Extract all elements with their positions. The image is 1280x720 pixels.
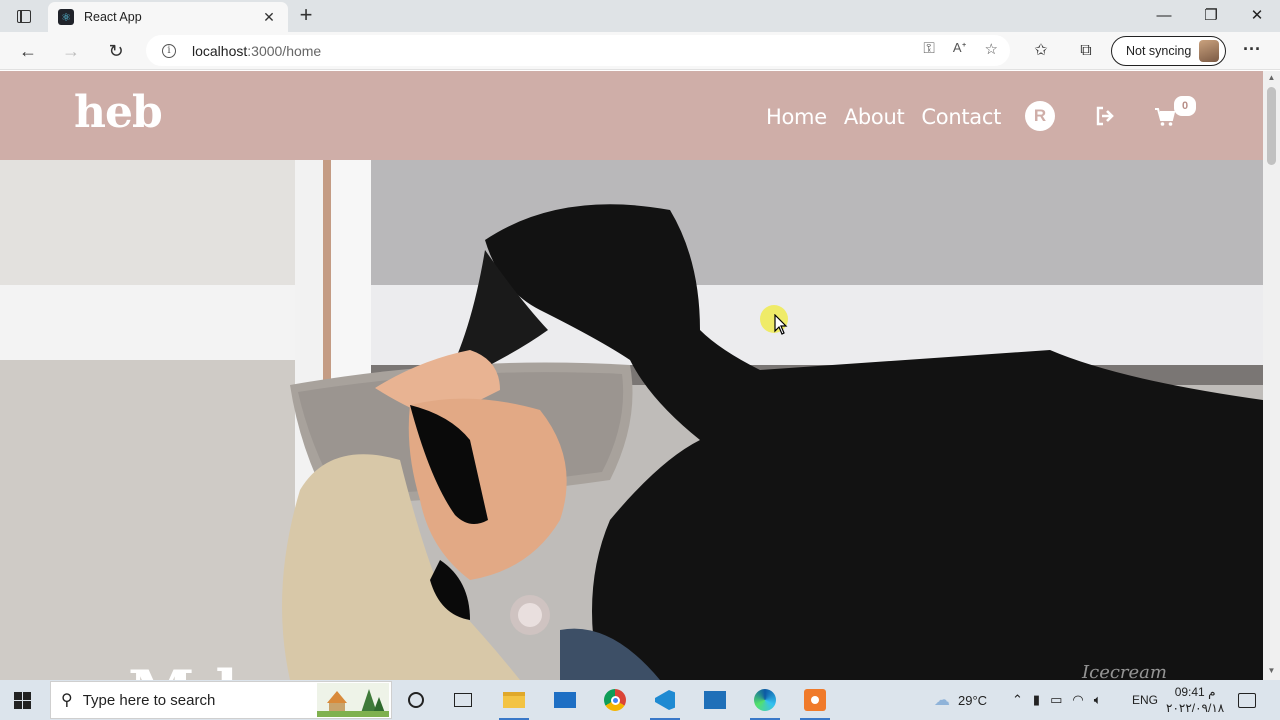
- recorder-watermark: Icecream: [1082, 662, 1167, 683]
- address-bar[interactable]: i localhost:3000/home ⚿ Aᐩ ☆: [146, 35, 1010, 66]
- collections-icon[interactable]: ⧉: [1075, 40, 1097, 62]
- profile-sync-button[interactable]: Not syncing: [1111, 36, 1226, 66]
- clock-date: ٢٠٢٢/٠٩/١٨: [1166, 701, 1225, 715]
- chevron-up-icon[interactable]: ⌃: [1012, 692, 1023, 708]
- key-icon[interactable]: ⚿: [923, 40, 934, 58]
- site-info-icon[interactable]: i: [162, 43, 176, 58]
- read-aloud-icon[interactable]: Aᐩ: [953, 40, 967, 58]
- minimize-icon[interactable]: —: [1141, 4, 1187, 28]
- new-tab-button[interactable]: +: [294, 4, 318, 28]
- refresh-icon[interactable]: ↻: [102, 38, 130, 64]
- tab-strip: ⚛ React App ✕ + — ❐ ✕: [0, 0, 1280, 32]
- notifications-icon[interactable]: [1238, 680, 1256, 720]
- forward-arrow-icon[interactable]: →: [57, 38, 85, 64]
- scroll-up-icon[interactable]: ▲: [1263, 73, 1280, 85]
- cart-count-badge: 0: [1174, 96, 1196, 116]
- logout-icon[interactable]: [1094, 105, 1116, 127]
- user-avatar[interactable]: R: [1025, 101, 1055, 131]
- more-menu-icon[interactable]: ···: [1240, 40, 1264, 62]
- profile-avatar: [1199, 40, 1219, 62]
- window-close-icon[interactable]: ✕: [1234, 4, 1280, 28]
- react-favicon-icon: ⚛: [58, 9, 74, 25]
- mouse-cursor-icon: [774, 314, 788, 335]
- nav-contact[interactable]: Contact: [921, 105, 1001, 129]
- scroll-down-icon[interactable]: ▼: [1263, 666, 1280, 678]
- wifi-icon[interactable]: ◠: [1072, 692, 1083, 708]
- add-favorite-icon[interactable]: ☆: [985, 40, 998, 58]
- browser-tab[interactable]: ⚛ React App ✕: [48, 2, 288, 32]
- restore-icon[interactable]: ❐: [1188, 4, 1234, 28]
- url-text: localhost:3000/home: [192, 42, 322, 59]
- search-highlight-art-icon: [317, 683, 389, 717]
- cloud-icon: ☁: [934, 692, 950, 709]
- weather-widget[interactable]: ☁ 29°C: [934, 680, 987, 720]
- site-header: heb Home About Contact R 0: [0, 71, 1263, 160]
- hero-image: M l: [0, 160, 1263, 680]
- search-icon: ⚲: [61, 692, 73, 709]
- tab-title: React App: [84, 10, 142, 24]
- edge-icon[interactable]: [750, 685, 780, 720]
- tab-close-icon[interactable]: ✕: [260, 9, 278, 26]
- nav-about[interactable]: About: [844, 105, 905, 129]
- taskbar-search[interactable]: ⚲ Type here to search: [50, 681, 392, 719]
- system-tray-icons: ⌃ ▮ ▭ ◠ 🔈︎: [1012, 680, 1102, 720]
- sync-label: Not syncing: [1126, 44, 1192, 58]
- chrome-icon[interactable]: [600, 685, 630, 715]
- page-viewport: heb Home About Contact R 0: [0, 71, 1263, 680]
- nav-home[interactable]: Home: [766, 105, 827, 129]
- windows-start-icon[interactable]: [14, 692, 31, 709]
- main-nav: Home About Contact: [766, 105, 1001, 129]
- language-indicator[interactable]: ENG: [1132, 680, 1158, 720]
- photos-icon[interactable]: [700, 685, 730, 715]
- browser-toolbar: ← → ↻ i localhost:3000/home ⚿ Aᐩ ☆ ✩ ⧉ N…: [0, 32, 1280, 70]
- scroll-thumb[interactable]: [1267, 87, 1276, 165]
- hero-heading: M l: [128, 658, 238, 680]
- weather-temp: 29°C: [958, 692, 988, 708]
- page-scrollbar[interactable]: ▲ ▼: [1263, 71, 1280, 680]
- tab-actions-icon[interactable]: [12, 5, 36, 27]
- windows-taskbar: ⚲ Type here to search ☁ 29°C ⌃ ▮ ▭ ◠ 🔈︎ …: [0, 680, 1280, 720]
- site-logo[interactable]: heb: [74, 87, 163, 138]
- search-placeholder: Type here to search: [82, 691, 216, 709]
- favorites-icon[interactable]: ✩: [1030, 40, 1052, 62]
- hero-photo: [0, 160, 1263, 680]
- back-arrow-icon[interactable]: ←: [14, 38, 42, 64]
- recorder-app-icon[interactable]: [800, 685, 830, 720]
- vscode-icon[interactable]: [650, 685, 680, 720]
- volume-icon[interactable]: 🔈︎: [1094, 692, 1102, 708]
- clock[interactable]: 09:41 م ٢٠٢٢/٠٩/١٨: [1166, 680, 1224, 720]
- task-view-icon[interactable]: [448, 685, 478, 715]
- battery-icon[interactable]: ▭: [1050, 692, 1062, 708]
- mail-icon[interactable]: [550, 685, 580, 715]
- cortana-icon[interactable]: [401, 685, 431, 715]
- clock-time: 09:41 م: [1174, 685, 1216, 699]
- usb-icon[interactable]: ▮: [1033, 692, 1040, 708]
- file-explorer-icon[interactable]: [499, 685, 529, 720]
- cart-icon[interactable]: [1154, 107, 1176, 127]
